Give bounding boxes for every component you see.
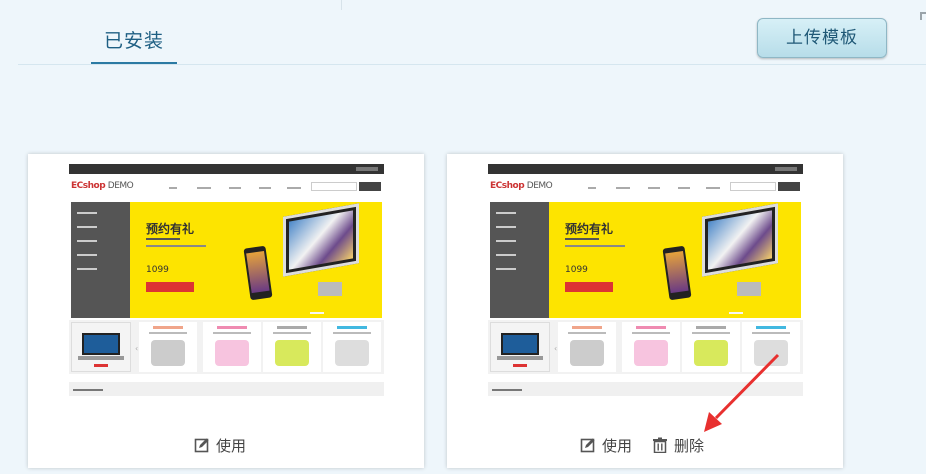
edit-icon bbox=[194, 438, 209, 453]
phone-image bbox=[243, 245, 273, 301]
template-actions: 使用 删除 bbox=[447, 433, 843, 457]
thumb-logo: ECshop DEMO bbox=[71, 181, 134, 191]
use-label: 使用 bbox=[216, 436, 247, 455]
thumb-products-row: ‹ bbox=[69, 320, 384, 374]
thumb-category-sidebar bbox=[490, 202, 549, 318]
thumb-header: ECshop DEMO bbox=[69, 174, 384, 202]
tab-installed[interactable]: 已安装 bbox=[91, 26, 177, 64]
use-button[interactable]: 使用 bbox=[580, 433, 632, 457]
monitor-image bbox=[702, 203, 778, 277]
thumb-products-row: ‹ bbox=[488, 320, 803, 374]
template-card: ECshop DEMO 预约有礼 1099 ‹ bbox=[447, 154, 843, 468]
thumb-search-button bbox=[359, 182, 381, 191]
laptop-image bbox=[490, 322, 550, 372]
thumb-banner-title: 预约有礼 bbox=[565, 222, 614, 236]
thumb-banner-price: 1099 bbox=[146, 265, 169, 275]
thumb-search bbox=[730, 182, 776, 191]
thumb-search bbox=[311, 182, 357, 191]
use-button[interactable]: 使用 bbox=[194, 433, 246, 457]
thumb-topbar bbox=[69, 164, 384, 174]
delete-label: 删除 bbox=[674, 436, 705, 455]
laptop-image bbox=[71, 322, 131, 372]
delete-button[interactable]: 删除 bbox=[652, 433, 704, 457]
use-label: 使用 bbox=[602, 436, 633, 455]
thumb-banner-title: 预约有礼 bbox=[146, 222, 195, 236]
thumb-topbar bbox=[488, 164, 803, 174]
thumb-logo: ECshop DEMO bbox=[490, 181, 553, 191]
thumb-banner-price: 1099 bbox=[565, 265, 588, 275]
thumb-search-button bbox=[778, 182, 800, 191]
thumb-floor-heading bbox=[488, 382, 803, 396]
trash-icon bbox=[653, 437, 667, 453]
edit-icon bbox=[580, 438, 595, 453]
upload-template-button[interactable]: 上传模板 bbox=[757, 18, 887, 58]
thumb-category-sidebar bbox=[71, 202, 130, 318]
phone-image bbox=[662, 245, 692, 301]
thumb-banner: 预约有礼 1099 bbox=[130, 202, 382, 318]
template-card: ECshop DEMO 预约有礼 1099 ‹ bbox=[28, 154, 424, 468]
template-thumbnail[interactable]: ECshop DEMO 预约有礼 1099 ‹ bbox=[488, 164, 803, 396]
monitor-image bbox=[283, 203, 359, 277]
thumb-header: ECshop DEMO bbox=[488, 174, 803, 202]
thumb-banner: 预约有礼 1099 bbox=[549, 202, 801, 318]
template-actions: 使用 bbox=[28, 433, 424, 457]
template-thumbnail[interactable]: ECshop DEMO 预约有礼 1099 ‹ bbox=[69, 164, 384, 396]
thumb-floor-heading bbox=[69, 382, 384, 396]
